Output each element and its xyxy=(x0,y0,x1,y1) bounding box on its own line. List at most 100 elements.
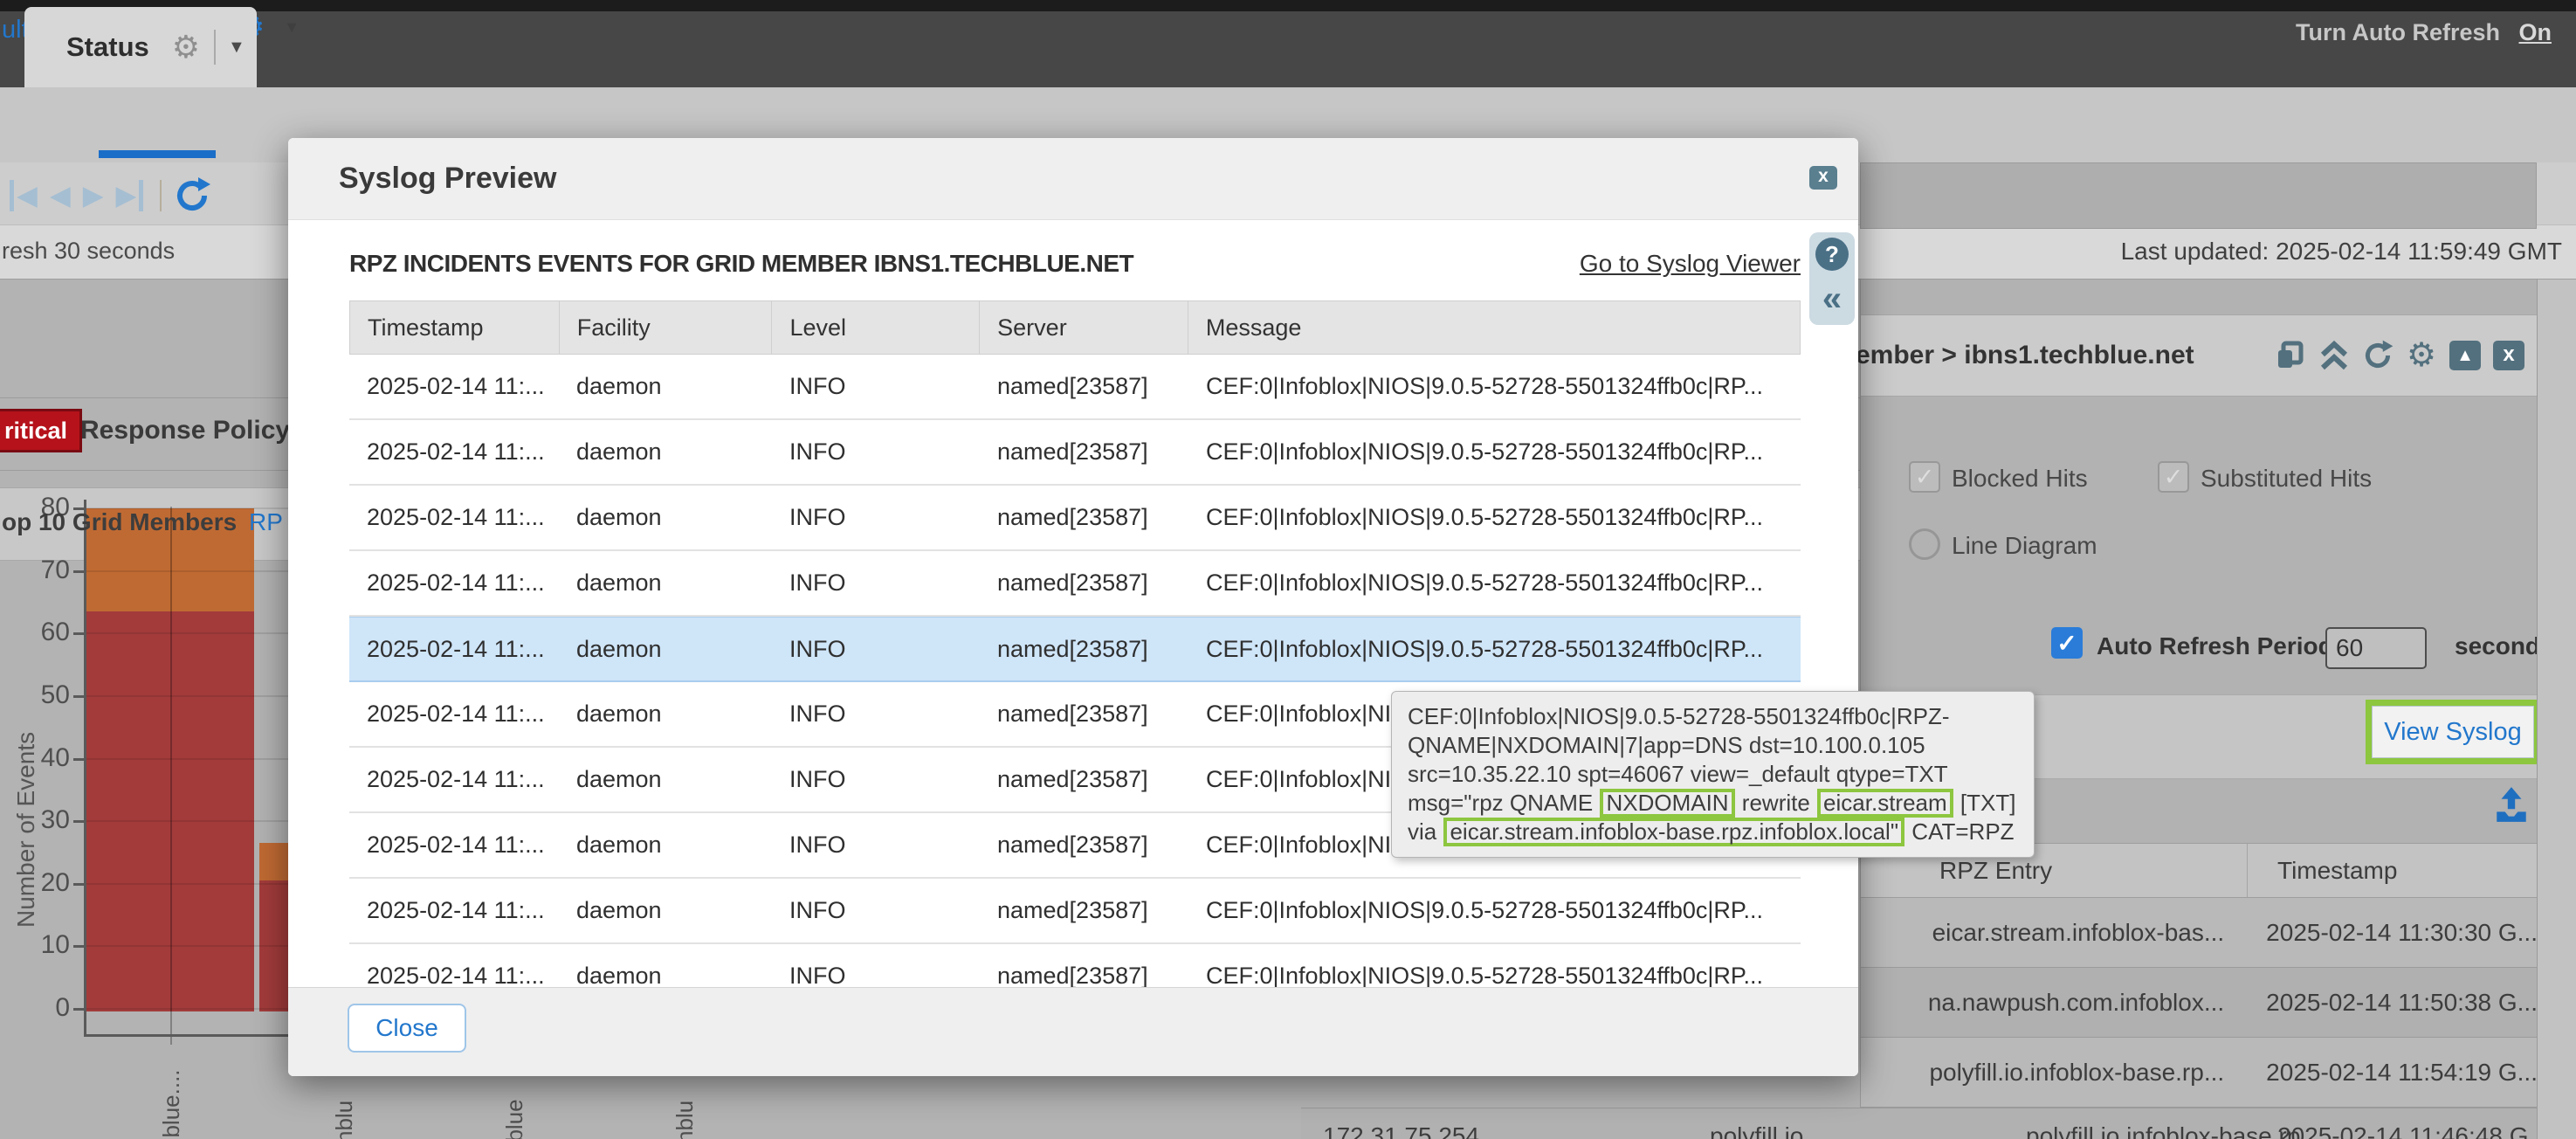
table-cell: daemon xyxy=(559,636,772,663)
syslog-table: TimestampFacilityLevelServerMessage 2025… xyxy=(349,300,1801,1010)
auto-refresh-period-input[interactable] xyxy=(2325,627,2427,669)
table-cell: named[23587] xyxy=(980,832,1188,859)
dialog-title: Syslog Preview xyxy=(339,162,556,196)
auto-refresh-toggle: Turn Auto Refresh On xyxy=(2296,19,2552,46)
column-header[interactable]: Timestamp xyxy=(350,301,560,354)
tooltip-line: CEF:0|Infoblox|NIOS|9.0.5-52728-5501324f… xyxy=(1408,702,2018,731)
syslog-preview-dialog: Syslog Preview x RPZ INCIDENTS EVENTS FO… xyxy=(288,138,1858,1076)
copy-icon[interactable] xyxy=(2274,340,2307,371)
table-cell: named[23587] xyxy=(980,504,1188,531)
cef-message-tooltip: CEF:0|Infoblox|NIOS|9.0.5-52728-5501324f… xyxy=(1391,691,2035,858)
table-cell: INFO xyxy=(772,832,980,859)
table-row[interactable]: 2025-02-14 11:...daemonINFOnamed[23587]C… xyxy=(349,420,1801,486)
top-dark-strip xyxy=(0,0,2576,11)
next-page-icon[interactable]: ▶ xyxy=(83,180,104,211)
rpz-entry-table: RPZ Entry Timestamp eicar.stream.infoblo… xyxy=(1861,843,2538,1108)
table-cell: daemon xyxy=(559,963,772,990)
table-row[interactable]: polyfill.io.infoblox-base.rp...2025-02-1… xyxy=(1861,1038,2538,1108)
tooltip-line: via eicar.stream.infoblox-base.rpz.infob… xyxy=(1408,818,2018,846)
gear-icon[interactable]: ⚙ xyxy=(2405,340,2438,371)
table-row-selected[interactable]: 2025-02-14 11:...daemonINFOnamed[23587]C… xyxy=(349,617,1801,682)
rpz-entry-cell: eicar.stream.infoblox-bas... xyxy=(1861,919,2236,947)
substituted-hits-checkbox[interactable]: ✓ xyxy=(2158,461,2189,493)
check-icon: ✓ xyxy=(1915,464,1935,491)
y-tick-label: 10 xyxy=(12,930,70,960)
table-cell: 2025-02-14 11:... xyxy=(349,373,559,400)
close-icon[interactable]: x xyxy=(1809,166,1837,190)
axis-tick xyxy=(73,758,84,761)
export-icon[interactable] xyxy=(2491,784,2531,825)
table-row[interactable]: 2025-02-14 11:...daemonINFOnamed[23587]C… xyxy=(349,486,1801,551)
axis-tick xyxy=(73,695,84,698)
table-cell: 2025-02-14 11:... xyxy=(349,963,559,990)
collapse-up-icon[interactable] xyxy=(2318,340,2351,371)
table-cell: daemon xyxy=(559,373,772,400)
refresh-icon[interactable] xyxy=(172,176,212,216)
breadcrumb: ember > ibns1.techblue.net xyxy=(1856,341,2310,370)
rpz-entry-cell: polyfill.io.infoblox-base.rp... xyxy=(1861,1059,2236,1087)
y-tick-label: 70 xyxy=(12,556,70,585)
column-header[interactable]: Server xyxy=(980,301,1188,354)
substituted-hits-label[interactable]: Substituted Hits xyxy=(2201,465,2372,493)
column-header[interactable]: Facility xyxy=(560,301,773,354)
member-panel-header: ember > ibns1.techblue.net ⚙ ▲ x xyxy=(1861,314,2538,397)
tab-status[interactable]: Status ⚙ ▼ xyxy=(24,7,257,87)
table-row[interactable]: 2025-02-14 11:...daemonINFOnamed[23587]C… xyxy=(349,879,1801,944)
refresh-icon[interactable] xyxy=(2361,340,2394,371)
right-edge-strip xyxy=(2537,162,2576,1139)
table-row-partial[interactable]: 172.31.75.254 polyfill.io polyfill.io.in… xyxy=(1301,1108,2537,1139)
go-to-syslog-viewer-link[interactable]: Go to Syslog Viewer xyxy=(1580,250,1801,278)
prev-page-icon[interactable]: ◀ xyxy=(50,180,71,211)
view-syslog-button[interactable]: View Syslog xyxy=(2372,706,2534,758)
highlighted-term: eicar.stream xyxy=(1817,789,1953,818)
column-header-timestamp[interactable]: Timestamp xyxy=(2248,857,2397,885)
collapse-left-icon[interactable]: « xyxy=(1822,281,1842,316)
gridline-vertical xyxy=(170,507,172,1045)
divider xyxy=(214,30,216,65)
chevron-down-icon[interactable]: ▼ xyxy=(284,18,300,37)
axis-tick xyxy=(73,632,84,635)
gear-icon[interactable]: ⚙ xyxy=(172,31,200,63)
rpz-entry-cell: na.nawpush.com.infoblox... xyxy=(1861,989,2236,1017)
panel-up-icon[interactable]: ▲ xyxy=(2449,340,2482,371)
column-header[interactable]: Level xyxy=(772,301,980,354)
divider xyxy=(160,180,162,211)
help-icon[interactable]: ? xyxy=(1815,238,1849,271)
x-category-label: chblue.... xyxy=(158,1069,185,1139)
table-row[interactable]: 2025-02-14 11:...daemonINFOnamed[23587]C… xyxy=(349,355,1801,420)
pagination-controls: ◀ ◀ ▶ ▶ xyxy=(3,173,212,218)
auto-refresh-on-link[interactable]: On xyxy=(2519,19,2552,45)
table-cell: CEF:0|Infoblox|NIOS|9.0.5-52728-5501324f… xyxy=(1188,438,1801,466)
dialog-header[interactable]: Syslog Preview x xyxy=(288,138,1858,220)
line-diagram-radio[interactable] xyxy=(1909,528,1940,560)
close-button[interactable]: Close xyxy=(348,1004,466,1053)
table-cell: daemon xyxy=(559,570,772,597)
table-cell: 2025-02-14 11:... xyxy=(349,438,559,466)
table-cell: 2025-02-14 11:... xyxy=(349,701,559,728)
column-header[interactable]: Message xyxy=(1188,301,1800,354)
y-tick-label: 50 xyxy=(12,680,70,710)
table-row[interactable]: eicar.stream.infoblox-bas...2025-02-14 1… xyxy=(1861,898,2538,968)
blocked-hits-label[interactable]: Blocked Hits xyxy=(1952,465,2088,493)
table-cell: INFO xyxy=(772,504,980,531)
auto-refresh-checkbox[interactable]: ✓ xyxy=(2051,627,2083,659)
auto-refresh-label: Turn Auto Refresh xyxy=(2296,19,2500,45)
last-page-icon[interactable]: ▶ xyxy=(116,180,144,211)
rpz-link[interactable]: RP xyxy=(249,508,283,536)
table-cell: daemon xyxy=(559,897,772,924)
table-cell: 2025-02-14 11:... xyxy=(349,766,559,793)
blocked-hits-checkbox[interactable]: ✓ xyxy=(1909,461,1940,493)
y-axis-line xyxy=(84,500,86,1036)
table-cell: CEF:0|Infoblox|NIOS|9.0.5-52728-5501324f… xyxy=(1188,504,1801,531)
table-body: 2025-02-14 11:...daemonINFOnamed[23587]C… xyxy=(349,355,1801,1010)
close-panel-icon[interactable]: x xyxy=(2492,340,2525,371)
first-page-icon[interactable]: ◀ xyxy=(10,180,38,211)
table-row[interactable]: 2025-02-14 11:...daemonINFOnamed[23587]C… xyxy=(349,551,1801,617)
table-cell: 2025-02-14 11:... xyxy=(349,897,559,924)
table-row[interactable]: na.nawpush.com.infoblox...2025-02-14 11:… xyxy=(1861,968,2538,1038)
y-tick-label: 0 xyxy=(12,993,70,1023)
chevron-down-icon[interactable]: ▼ xyxy=(228,38,245,58)
table-cell: 2025-02-14 11:... xyxy=(349,636,559,663)
dialog-side-controls: ? « xyxy=(1809,232,1855,325)
line-diagram-label[interactable]: Line Diagram xyxy=(1952,532,2097,560)
